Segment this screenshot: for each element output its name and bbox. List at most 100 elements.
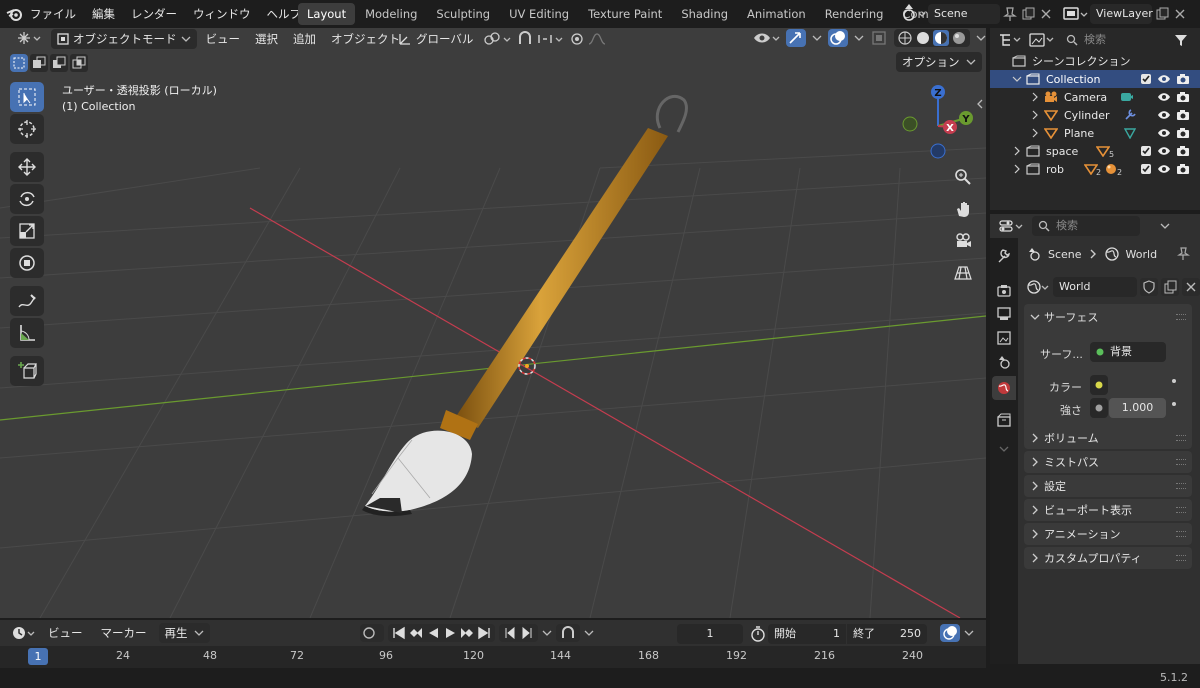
mode-dropdown[interactable]: オブジェクトモード [51,29,197,49]
pin-icon[interactable] [1176,247,1190,261]
prev-frame-icon[interactable] [503,626,517,640]
render-camera-icon[interactable] [1176,145,1190,157]
chevron-down-icon[interactable] [998,444,1010,454]
menu-add[interactable]: 追加 [287,29,322,49]
tab-modeling[interactable]: Modeling [356,3,426,25]
solid-shading-icon[interactable] [915,30,931,46]
select-extend-icon[interactable] [30,54,48,72]
collection-tab-icon[interactable] [996,412,1012,428]
tab-texture-paint[interactable]: Texture Paint [579,3,671,25]
checkbox-icon[interactable] [1140,145,1152,157]
checkbox-icon[interactable] [1140,163,1152,175]
pivot-icon[interactable] [483,30,513,48]
panel-mist-pass[interactable]: ミストパス [1024,451,1192,473]
chevron-down-icon[interactable] [854,29,864,47]
display-mode-icon[interactable] [1028,32,1054,48]
current-frame-field[interactable]: 1 [677,624,743,644]
scene-icon[interactable] [900,4,926,24]
frame-ruler-current[interactable]: 1 [28,648,48,665]
auto-keying-icon[interactable] [556,624,580,642]
chevron-down-icon[interactable] [812,29,822,47]
outliner-search-input[interactable]: 検索 [1060,30,1168,50]
stopwatch-icon[interactable] [750,626,766,642]
camera-data-icon[interactable] [1120,91,1134,103]
view-layer-tab-icon[interactable] [996,330,1012,346]
outliner-editor-icon[interactable] [998,32,1022,48]
tab-rendering[interactable]: Rendering [816,3,893,25]
3d-cursor[interactable] [518,357,536,375]
world-name-field[interactable]: World [1053,277,1137,297]
gizmo-toggle-icon[interactable] [786,29,806,47]
viewlayer-icon[interactable] [1062,4,1088,24]
properties-search-input[interactable]: 検索 [1032,216,1140,236]
snap-icon[interactable] [517,30,565,48]
panel-settings[interactable]: 設定 [1024,475,1192,497]
tool-tab-icon[interactable] [996,248,1012,264]
timeline-menu-marker[interactable]: マーカー [95,623,153,643]
overlays-icon[interactable] [828,29,848,47]
panel-viewport-display[interactable]: ビューポート表示 [1024,499,1192,521]
transform-tool[interactable] [10,248,44,278]
jump-start-icon[interactable] [392,626,406,640]
playback-dropdown[interactable]: 再生 [158,623,210,643]
jump-end-icon[interactable] [477,626,491,640]
play-icon[interactable] [443,626,457,640]
render-camera-icon[interactable] [1176,73,1190,85]
annotate-tool[interactable] [10,286,44,316]
eye-icon[interactable] [1157,163,1171,175]
pan-button[interactable] [950,196,976,222]
new-viewlayer-icon[interactable] [1154,6,1170,22]
timeline-menu-view[interactable]: ビュー [42,623,89,643]
panel-grip-icon[interactable] [1176,531,1186,537]
tab-uv-editing[interactable]: UV Editing [500,3,578,25]
properties-editor-icon[interactable] [998,217,1024,235]
render-camera-icon[interactable] [1176,127,1190,139]
surface-panel-header[interactable]: サーフェス [1030,309,1098,325]
tab-sculpting[interactable]: Sculpting [427,3,499,25]
eye-icon[interactable] [1157,73,1171,85]
panel-animation[interactable]: アニメーション [1024,523,1192,545]
outliner-item-space[interactable]: space 5 [990,142,1200,160]
fake-user-shield-icon[interactable] [1140,278,1158,296]
panel-grip-icon[interactable] [1176,435,1186,441]
panel-grip-icon[interactable] [1176,459,1186,465]
panel-grip-icon[interactable] [1176,507,1186,513]
render-camera-icon[interactable] [1176,91,1190,103]
tab-shading[interactable]: Shading [672,3,737,25]
chevron-down-icon[interactable] [1012,74,1022,84]
panel-grip-icon[interactable] [1176,483,1186,489]
chevron-right-icon[interactable] [1012,146,1022,156]
chevron-right-icon[interactable] [1012,164,1022,174]
checkbox-icon[interactable] [1140,73,1152,85]
outliner-item-camera[interactable]: Camera [990,88,1200,106]
navigation-gizmo[interactable]: Z Y X [896,80,980,164]
render-camera-icon[interactable] [1176,163,1190,175]
menu-edit[interactable]: 編集 [84,3,123,25]
keyframe-dot[interactable] [1172,402,1176,406]
panel-custom-properties[interactable]: カスタムプロパティ [1024,547,1192,569]
start-frame-field[interactable]: 開始 1 [768,624,846,644]
wireframe-shading-icon[interactable] [897,30,913,46]
color-socket-button[interactable] [1090,375,1108,395]
perspective-toggle-button[interactable] [950,260,976,286]
menu-window[interactable]: ウィンドウ [185,3,259,25]
eye-icon[interactable] [1157,109,1171,121]
output-tab-icon[interactable] [996,306,1012,322]
mesh-data-icon[interactable] [1124,127,1136,139]
frame-ruler[interactable]: 1 24 48 72 96 120 144 168 192 216 240 [0,646,986,668]
scene-tab-icon[interactable] [996,354,1012,370]
outliner-item-cylinder[interactable]: Cylinder [990,106,1200,124]
zoom-button[interactable] [950,164,976,190]
material-shading-icon[interactable] [933,30,949,46]
surface-shader-field[interactable]: 背景 [1090,342,1166,362]
xray-icon[interactable] [870,29,888,47]
next-keyframe-icon[interactable] [460,626,474,640]
scale-tool[interactable] [10,216,44,246]
end-frame-field[interactable]: 終了 250 [847,624,927,644]
tab-animation[interactable]: Animation [738,3,815,25]
camera-view-button[interactable] [950,228,976,254]
rendered-shading-icon[interactable] [951,30,967,46]
outliner-item-collection[interactable]: Collection [990,70,1200,88]
menu-render[interactable]: レンダー [123,3,185,25]
options-dropdown[interactable]: オプション [896,52,982,72]
